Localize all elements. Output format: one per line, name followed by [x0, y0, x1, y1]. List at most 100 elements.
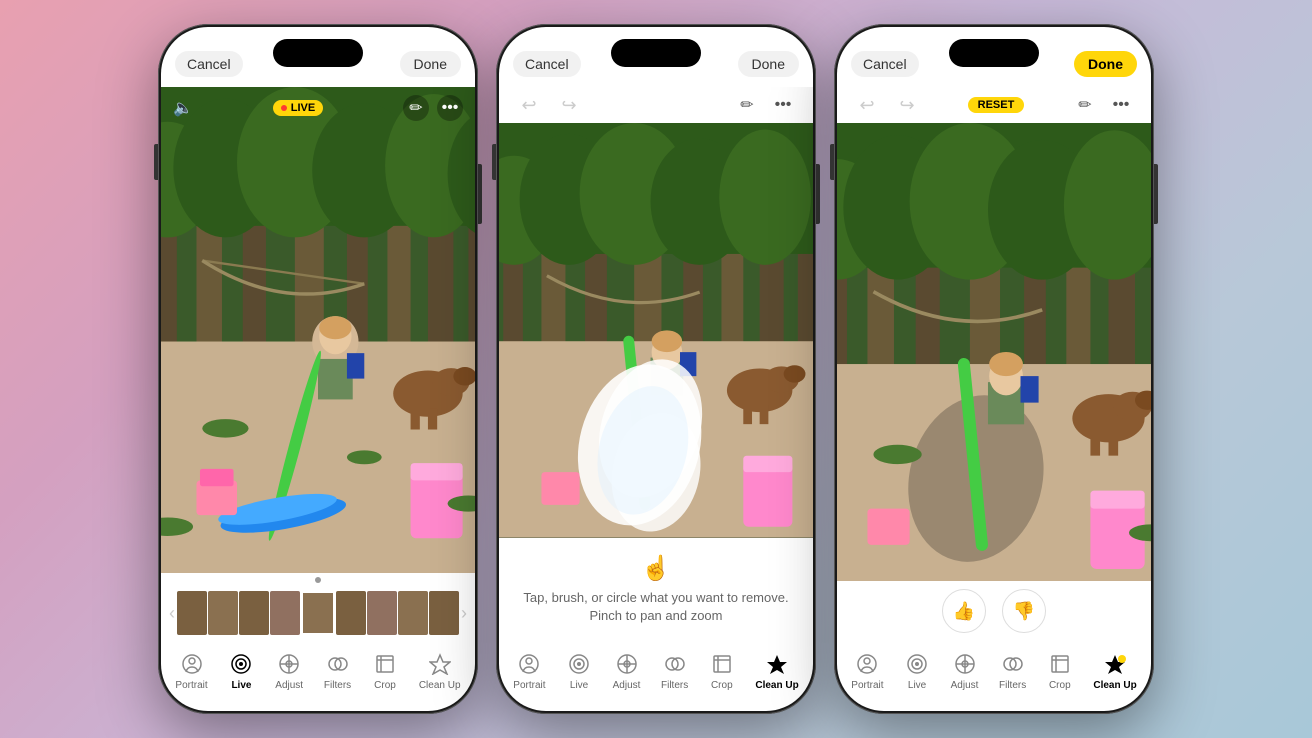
- more-icon-2[interactable]: •••: [769, 91, 797, 119]
- photo-area-2: [499, 123, 813, 538]
- edit-icon-1[interactable]: ✏: [403, 95, 429, 121]
- tool-portrait-2[interactable]: Portrait: [513, 651, 545, 691]
- tool-live-2[interactable]: Live: [566, 651, 592, 691]
- phone-3: Cancel Done ↩ ↪ RESET ✏ •••: [834, 24, 1154, 714]
- cleanup-icon-2: [764, 651, 790, 677]
- more-icon-1[interactable]: •••: [437, 95, 463, 121]
- tool-live-1[interactable]: Live: [228, 651, 254, 691]
- tool-filters-1[interactable]: Filters: [324, 651, 351, 691]
- tool-portrait-3[interactable]: Portrait: [851, 651, 883, 691]
- tool-live-3[interactable]: Live: [904, 651, 930, 691]
- filters-icon-1: [325, 651, 351, 677]
- tool-crop-1[interactable]: Crop: [372, 651, 398, 691]
- dynamic-island-3: [949, 39, 1039, 67]
- filmstrip-1[interactable]: ‹ ›: [161, 585, 475, 641]
- edit-icon-2[interactable]: ✏: [733, 91, 761, 119]
- tool-label-active-3: Clean Up: [1093, 680, 1136, 691]
- reset-badge-3[interactable]: RESET: [968, 97, 1025, 113]
- instruction-area-2: ☝ Tap, brush, or circle what you want to…: [499, 538, 813, 641]
- photo-area-1: 🔈 LIVE ✏ •••: [161, 87, 475, 573]
- tool-label: Filters: [999, 680, 1026, 691]
- tool-portrait-1[interactable]: Portrait: [175, 651, 207, 691]
- film-frame[interactable]: [336, 591, 366, 635]
- tool-label: Portrait: [851, 680, 883, 691]
- tool-cleanup-1[interactable]: Clean Up: [419, 651, 461, 691]
- toolbar-1: Portrait Live Adjust: [161, 641, 475, 711]
- phone-2-screen: Cancel Done ↩ ↪ ✏ •••: [499, 27, 813, 711]
- live-icon-2: [566, 651, 592, 677]
- thumbs-down-button-3[interactable]: 👎: [1002, 589, 1046, 633]
- tool-label: Adjust: [275, 680, 303, 691]
- tool-label: Adjust: [951, 680, 979, 691]
- tool-label: Crop: [1049, 680, 1071, 691]
- cancel-button-2[interactable]: Cancel: [513, 51, 581, 77]
- more-icon-3[interactable]: •••: [1107, 91, 1135, 119]
- adjust-icon-1: [276, 651, 302, 677]
- film-frame[interactable]: [208, 591, 238, 635]
- done-button-3[interactable]: Done: [1074, 51, 1137, 77]
- thumbs-up-icon-3: 👍: [953, 601, 975, 622]
- crop-icon-1: [372, 651, 398, 677]
- tool-cleanup-2[interactable]: Clean Up: [755, 651, 798, 691]
- film-frame[interactable]: [177, 591, 207, 635]
- tool-label: Filters: [324, 680, 351, 691]
- thumbs-up-button-3[interactable]: 👍: [942, 589, 986, 633]
- phone-2: Cancel Done ↩ ↪ ✏ •••: [496, 24, 816, 714]
- film-frame[interactable]: [429, 591, 459, 635]
- cleanup-icon-1: [427, 651, 453, 677]
- adjust-icon-3: [952, 651, 978, 677]
- tool-adjust-1[interactable]: Adjust: [275, 651, 303, 691]
- film-frame[interactable]: [367, 591, 397, 635]
- tool-label: Portrait: [175, 680, 207, 691]
- thumbs-down-icon-3: 👎: [1013, 601, 1035, 622]
- edit-icon-3[interactable]: ✏: [1071, 91, 1099, 119]
- live-badge-1[interactable]: LIVE: [273, 100, 323, 116]
- tool-label-active-2: Clean Up: [755, 680, 798, 691]
- filters-icon-3: [1000, 651, 1026, 677]
- cancel-button-1[interactable]: Cancel: [175, 51, 243, 77]
- tool-crop-2[interactable]: Crop: [709, 651, 735, 691]
- phone-1-screen: Cancel Done: [161, 27, 475, 711]
- film-frames-1: [177, 591, 459, 635]
- instruction-text-2: Tap, brush, or circle what you want to r…: [515, 589, 797, 625]
- tool-filters-2[interactable]: Filters: [661, 651, 688, 691]
- film-arrow-right-1[interactable]: ›: [461, 603, 467, 624]
- toolbar-3: Portrait Live Adjust: [837, 641, 1151, 711]
- phone-1: Cancel Done: [158, 24, 478, 714]
- adjust-icon-2: [614, 651, 640, 677]
- dynamic-island-2: [611, 39, 701, 67]
- filters-icon-2: [662, 651, 688, 677]
- redo-icon-3[interactable]: ↪: [893, 91, 921, 119]
- film-frame[interactable]: [398, 591, 428, 635]
- tool-cleanup-3[interactable]: Clean Up: [1093, 651, 1136, 691]
- portrait-icon-3: [854, 651, 880, 677]
- tool-adjust-2[interactable]: Adjust: [613, 651, 641, 691]
- volume-icon-1[interactable]: 🔈: [173, 98, 193, 118]
- phone-3-screen: Cancel Done ↩ ↪ RESET ✏ •••: [837, 27, 1151, 711]
- live-icon-1: [228, 651, 254, 677]
- tool-adjust-3[interactable]: Adjust: [951, 651, 979, 691]
- tool-label: Live: [570, 680, 588, 691]
- hand-icon-2: ☝: [641, 554, 671, 583]
- tool-label: Clean Up: [419, 680, 461, 691]
- tool-label: Portrait: [513, 680, 545, 691]
- film-arrow-left-1[interactable]: ‹: [169, 603, 175, 624]
- tool-label: Crop: [374, 680, 396, 691]
- tool-filters-3[interactable]: Filters: [999, 651, 1026, 691]
- film-frame[interactable]: [239, 591, 269, 635]
- feedback-row-3: 👍 👎: [837, 581, 1151, 641]
- film-frame-selected[interactable]: [301, 591, 335, 635]
- redo-icon-2[interactable]: ↪: [555, 91, 583, 119]
- cancel-button-3[interactable]: Cancel: [851, 51, 919, 77]
- tool-crop-3[interactable]: Crop: [1047, 651, 1073, 691]
- live-text: LIVE: [291, 102, 315, 114]
- crop-icon-3: [1047, 651, 1073, 677]
- undo-icon-3[interactable]: ↩: [853, 91, 881, 119]
- portrait-icon-1: [179, 651, 205, 677]
- live-icon-3: [904, 651, 930, 677]
- undo-icon-2[interactable]: ↩: [515, 91, 543, 119]
- phone-3-frame: Cancel Done ↩ ↪ RESET ✏ •••: [834, 24, 1154, 714]
- film-frame[interactable]: [270, 591, 300, 635]
- done-button-1[interactable]: Done: [400, 51, 461, 77]
- done-button-2[interactable]: Done: [738, 51, 799, 77]
